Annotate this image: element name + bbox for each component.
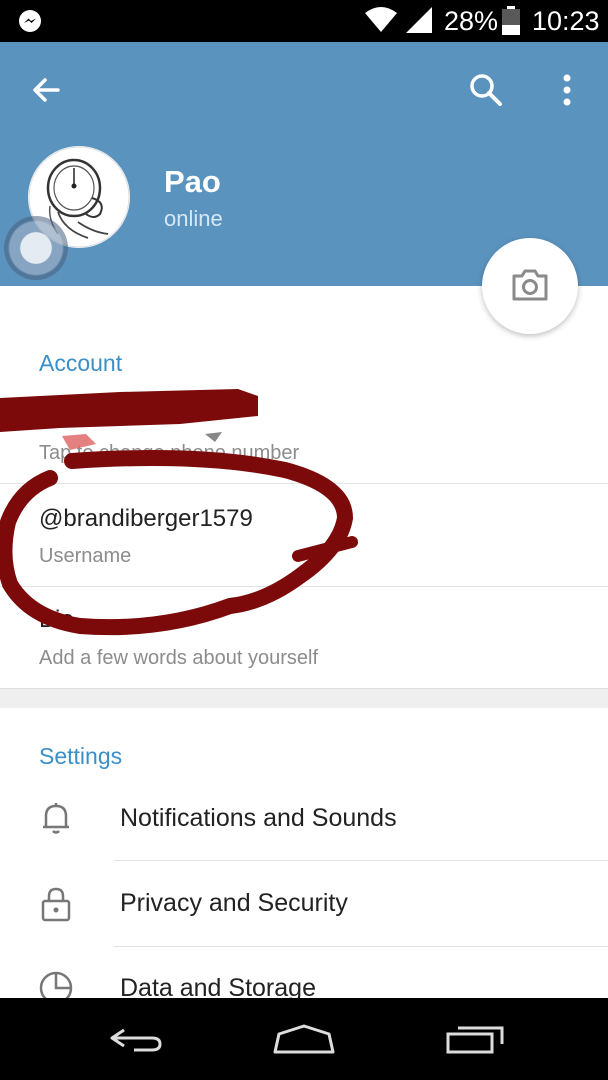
camera-icon <box>512 269 548 301</box>
profile-name: Pao <box>164 164 221 199</box>
bio-value: Bio <box>39 606 74 633</box>
section-title-settings: Settings <box>39 743 123 769</box>
battery-icon <box>502 6 520 35</box>
section-separator <box>0 688 608 708</box>
bio-hint: Add a few words about yourself <box>39 647 319 669</box>
signal-icon <box>406 7 432 33</box>
pie-chart-icon <box>39 971 73 998</box>
system-nav-bar <box>0 998 608 1080</box>
back-arrow-icon[interactable] <box>28 72 64 108</box>
back-nav-icon[interactable] <box>104 1022 164 1058</box>
battery-percent: 28% <box>444 6 499 36</box>
recents-nav-icon[interactable] <box>444 1022 506 1058</box>
bell-icon <box>43 803 69 834</box>
search-icon[interactable] <box>468 72 504 108</box>
phone-hint: Tap to change phone number <box>39 442 300 464</box>
set-photo-button[interactable] <box>482 238 578 334</box>
profile-status: online <box>164 206 223 231</box>
username-value: @brandiberger1579 <box>39 505 253 532</box>
clock: 10:23 <box>532 6 600 36</box>
settings-item-label: Data and Storage <box>120 974 316 998</box>
status-bar: 28% 10:23 <box>0 0 608 42</box>
more-options-icon[interactable] <box>552 72 582 108</box>
home-nav-icon[interactable] <box>271 1022 337 1058</box>
messenger-icon <box>19 10 41 32</box>
settings-content: Account Tap to change phone number @bran… <box>0 286 608 998</box>
settings-item-label: Notifications and Sounds <box>120 804 397 832</box>
settings-item-label: Privacy and Security <box>120 889 348 917</box>
lock-icon <box>41 887 71 922</box>
wifi-icon <box>365 7 397 32</box>
divider <box>0 586 608 587</box>
touch-indicator <box>4 216 68 280</box>
divider <box>0 483 608 484</box>
section-title-account: Account <box>39 350 123 376</box>
username-hint: Username <box>39 545 132 567</box>
divider <box>114 860 608 861</box>
divider <box>114 946 608 947</box>
